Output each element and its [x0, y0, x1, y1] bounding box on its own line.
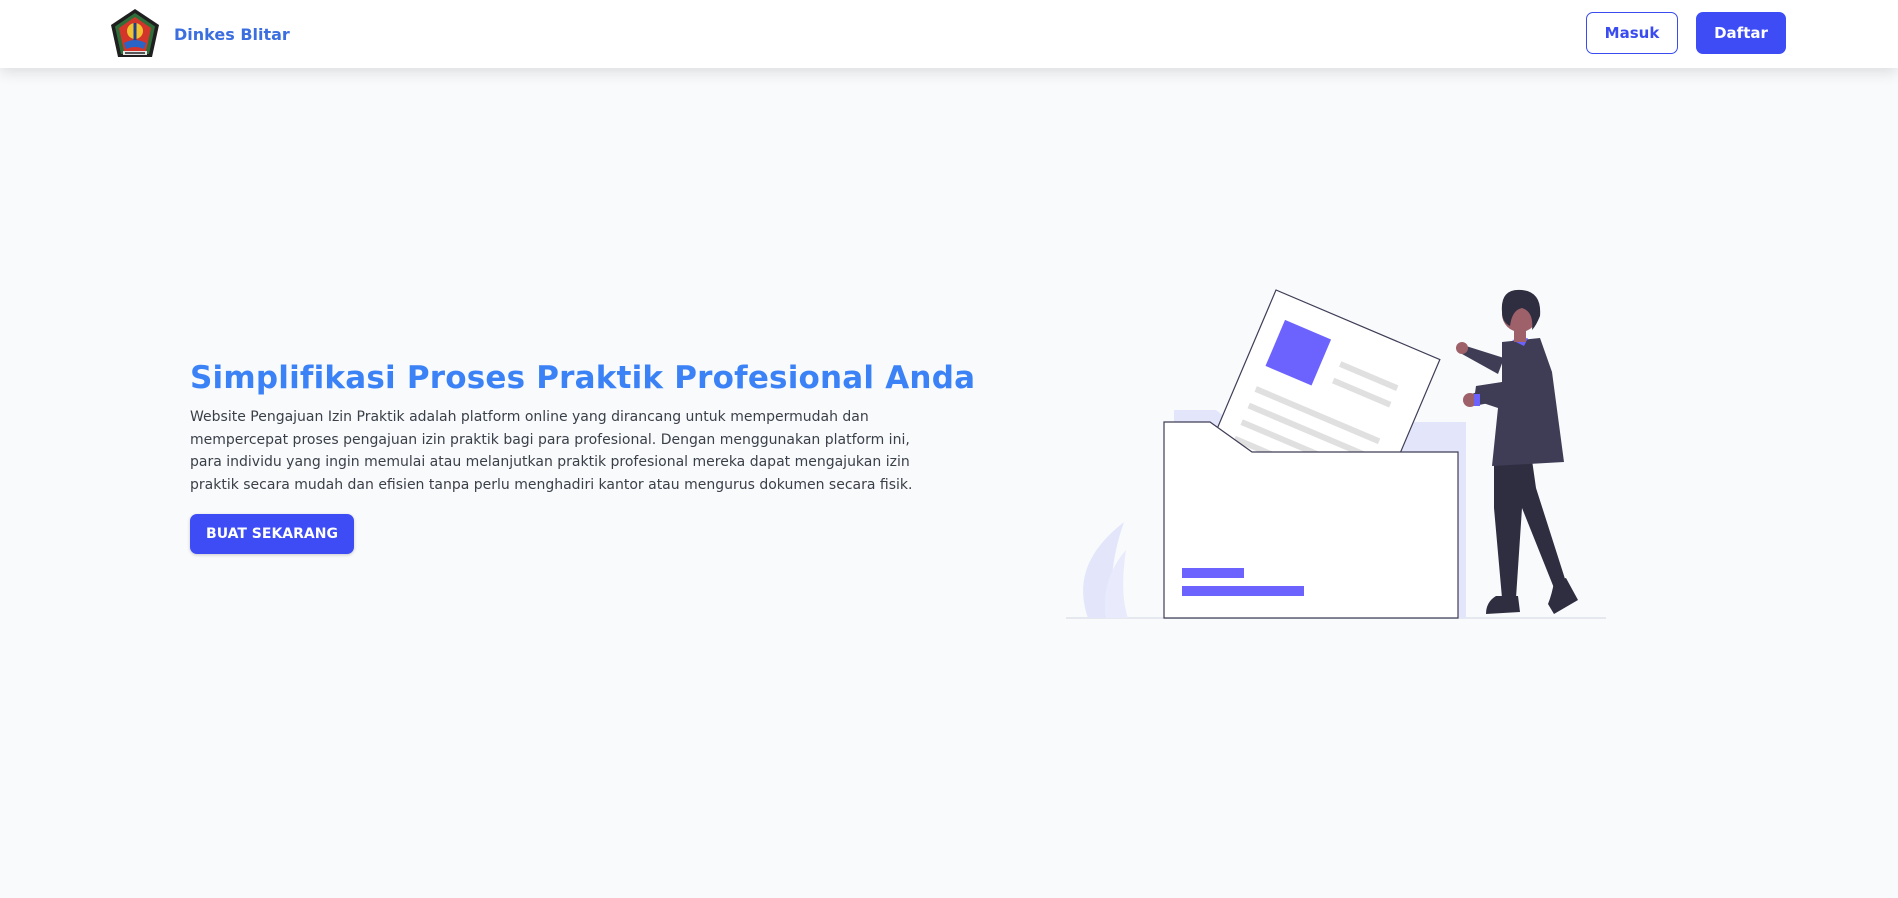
hero-section: Simplifikasi Proses Praktik Profesional … — [190, 356, 976, 554]
nav-actions: Masuk Daftar — [1586, 12, 1786, 54]
brand-link[interactable]: Dinkes Blitar — [108, 6, 290, 62]
blitar-regency-emblem-icon — [111, 9, 159, 57]
brand-name: Dinkes Blitar — [174, 24, 290, 44]
hero-description: Website Pengajuan Izin Praktik adalah pl… — [190, 409, 913, 493]
register-button[interactable]: Daftar — [1696, 12, 1786, 54]
navbar: Dinkes Blitar Masuk Daftar — [0, 0, 1898, 68]
hero-title: Simplifikasi Proses Praktik Profesional … — [190, 360, 976, 396]
login-button[interactable]: Masuk — [1586, 12, 1678, 54]
create-now-button[interactable]: BUAT SEKARANG — [190, 514, 354, 554]
person-filing-documents-illustration — [1066, 289, 1606, 619]
